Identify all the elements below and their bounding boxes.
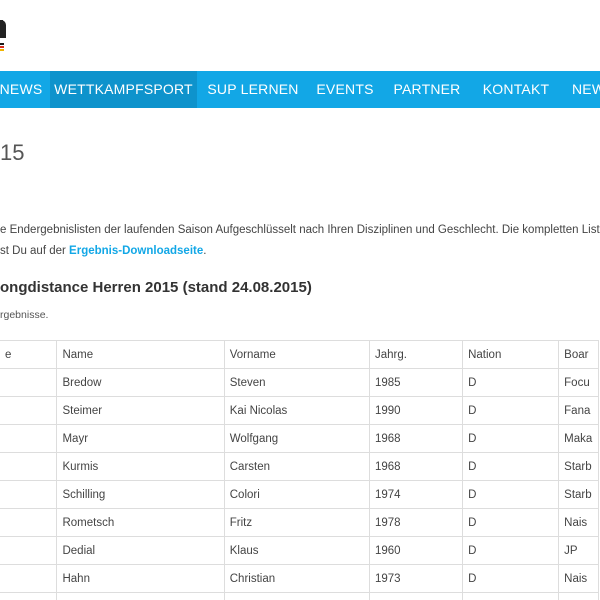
table-cell: Steimer xyxy=(56,396,225,425)
table-cell: 1985 xyxy=(368,368,464,397)
column-header: Name xyxy=(56,340,225,369)
column-header: Nation xyxy=(462,340,560,369)
table-cell xyxy=(0,424,58,453)
page-title: 15 xyxy=(0,140,25,165)
table-cell: Colori xyxy=(223,480,370,509)
table-cell: D xyxy=(462,424,560,453)
table-cell: Carsten xyxy=(223,452,370,481)
table-cell: 1968 xyxy=(368,424,464,453)
table-header-row: e Name Vorname Jahrg. Nation Boar xyxy=(0,340,599,369)
table-cell xyxy=(0,396,58,425)
table-cell: D xyxy=(462,452,560,481)
table-cell: Mayr xyxy=(56,424,225,453)
table-cell: Focu xyxy=(558,368,599,397)
table-cell: Rometsch xyxy=(56,508,225,537)
table-cell: Fritz xyxy=(223,508,370,537)
table-cell: 1960 xyxy=(368,536,464,565)
column-header: Vorname xyxy=(223,340,370,369)
table-row: Steimer Kai Nicolas 1990 D Fana xyxy=(0,396,599,425)
table-cell xyxy=(56,592,225,600)
table-cell: JP xyxy=(558,536,599,565)
site-logo[interactable] xyxy=(0,18,12,52)
table-cell: 1974 xyxy=(368,480,464,509)
table-row: Rometsch Fritz 1978 D Nais xyxy=(0,508,599,537)
table-cell: Starb xyxy=(558,452,599,481)
logo-stripe-red xyxy=(0,46,4,48)
column-header: Boar xyxy=(558,340,599,369)
nav-item-wettkampfsport[interactable]: WETTKAMPFSPORT xyxy=(50,71,197,108)
table-cell: Starb xyxy=(558,480,599,509)
nav-item-newsletter[interactable]: NEW xyxy=(572,71,600,108)
logo-stem xyxy=(0,20,3,38)
section-title-date: (stand 24.08.2015) xyxy=(178,279,312,296)
nav-item-kontakt[interactable]: KONTAKT xyxy=(477,71,555,108)
table-cell xyxy=(368,592,464,600)
intro-line-1: e Endergebnislisten der laufenden Saison… xyxy=(0,224,600,236)
table-cell: D xyxy=(462,480,560,509)
table-cell xyxy=(0,536,58,565)
logo-stripe-black xyxy=(0,43,4,45)
table-cell: 1990 xyxy=(368,396,464,425)
table-cell xyxy=(0,452,58,481)
table-row: Bredow Steven 1985 D Focu xyxy=(0,368,599,397)
table-cell: 1973 xyxy=(368,564,464,593)
table-cell: Wolfgang xyxy=(223,424,370,453)
table-cell: D xyxy=(462,396,560,425)
section-note: rgebnisse. xyxy=(0,309,49,321)
intro-line-2-prefix: st Du auf der xyxy=(0,245,70,257)
table-cell xyxy=(0,592,58,600)
section-title: ongdistance Herren 2015 (stand 24.08.201… xyxy=(0,279,312,296)
column-header: e xyxy=(0,340,58,369)
table-cell xyxy=(0,564,58,593)
site-header xyxy=(0,0,600,70)
table-cell: 1968 xyxy=(368,452,464,481)
section-title-main: ongdistance Herren 2015 xyxy=(0,279,179,296)
table-cell: Nais xyxy=(558,508,599,537)
intro-line-2-suffix: . xyxy=(203,245,207,257)
table-cell: Christian xyxy=(223,564,370,593)
table-cell xyxy=(462,592,560,600)
table-cell: Klaus xyxy=(223,536,370,565)
intro-line-2: st Du auf der Ergebnis-Downloadseite. xyxy=(0,241,600,262)
table-cell: Schilling xyxy=(56,480,225,509)
table-row: Schilling Colori 1974 D Starb xyxy=(0,480,599,509)
table-cell xyxy=(558,592,599,600)
logo-stripe-gold xyxy=(0,49,4,51)
table-row: Kurmis Carsten 1968 D Starb xyxy=(0,452,599,481)
table-cell: Kurmis xyxy=(56,452,225,481)
table-row xyxy=(0,592,599,600)
table-cell xyxy=(0,368,58,397)
results-table: e Name Vorname Jahrg. Nation Boar Bredow… xyxy=(0,340,599,600)
table-cell: Kai Nicolas xyxy=(223,396,370,425)
table-row: Mayr Wolfgang 1968 D Maka xyxy=(0,424,599,453)
table-cell: D xyxy=(462,564,560,593)
table-cell: Steven xyxy=(223,368,370,397)
table-cell: 1978 xyxy=(368,508,464,537)
table-cell: Maka xyxy=(558,424,599,453)
table-cell: D xyxy=(462,536,560,565)
table-cell: Bredow xyxy=(56,368,225,397)
table-cell: Nais xyxy=(558,564,599,593)
table-cell xyxy=(0,508,58,537)
table-row: Hahn Christian 1973 D Nais xyxy=(0,564,599,593)
table-cell: Dedial xyxy=(56,536,225,565)
intro-text: e Endergebnislisten der laufenden Saison… xyxy=(0,220,600,262)
main-navigation: NEWS WETTKAMPFSPORT SUP LERNEN EVENTS PA… xyxy=(0,71,600,108)
table-cell xyxy=(223,592,370,600)
nav-item-events[interactable]: EVENTS xyxy=(312,71,378,108)
nav-item-partner[interactable]: PARTNER xyxy=(390,71,464,108)
nav-item-news[interactable]: NEWS xyxy=(0,71,46,108)
results-download-link[interactable]: Ergebnis-Downloadseite xyxy=(69,245,203,257)
column-header: Jahrg. xyxy=(368,340,464,369)
table-cell xyxy=(0,480,58,509)
table-cell: Fana xyxy=(558,396,599,425)
nav-item-sup-lernen[interactable]: SUP LERNEN xyxy=(204,71,302,108)
table-cell: D xyxy=(462,368,560,397)
table-row: Dedial Klaus 1960 D JP xyxy=(0,536,599,565)
table-cell: Hahn xyxy=(56,564,225,593)
table-cell: D xyxy=(462,508,560,537)
